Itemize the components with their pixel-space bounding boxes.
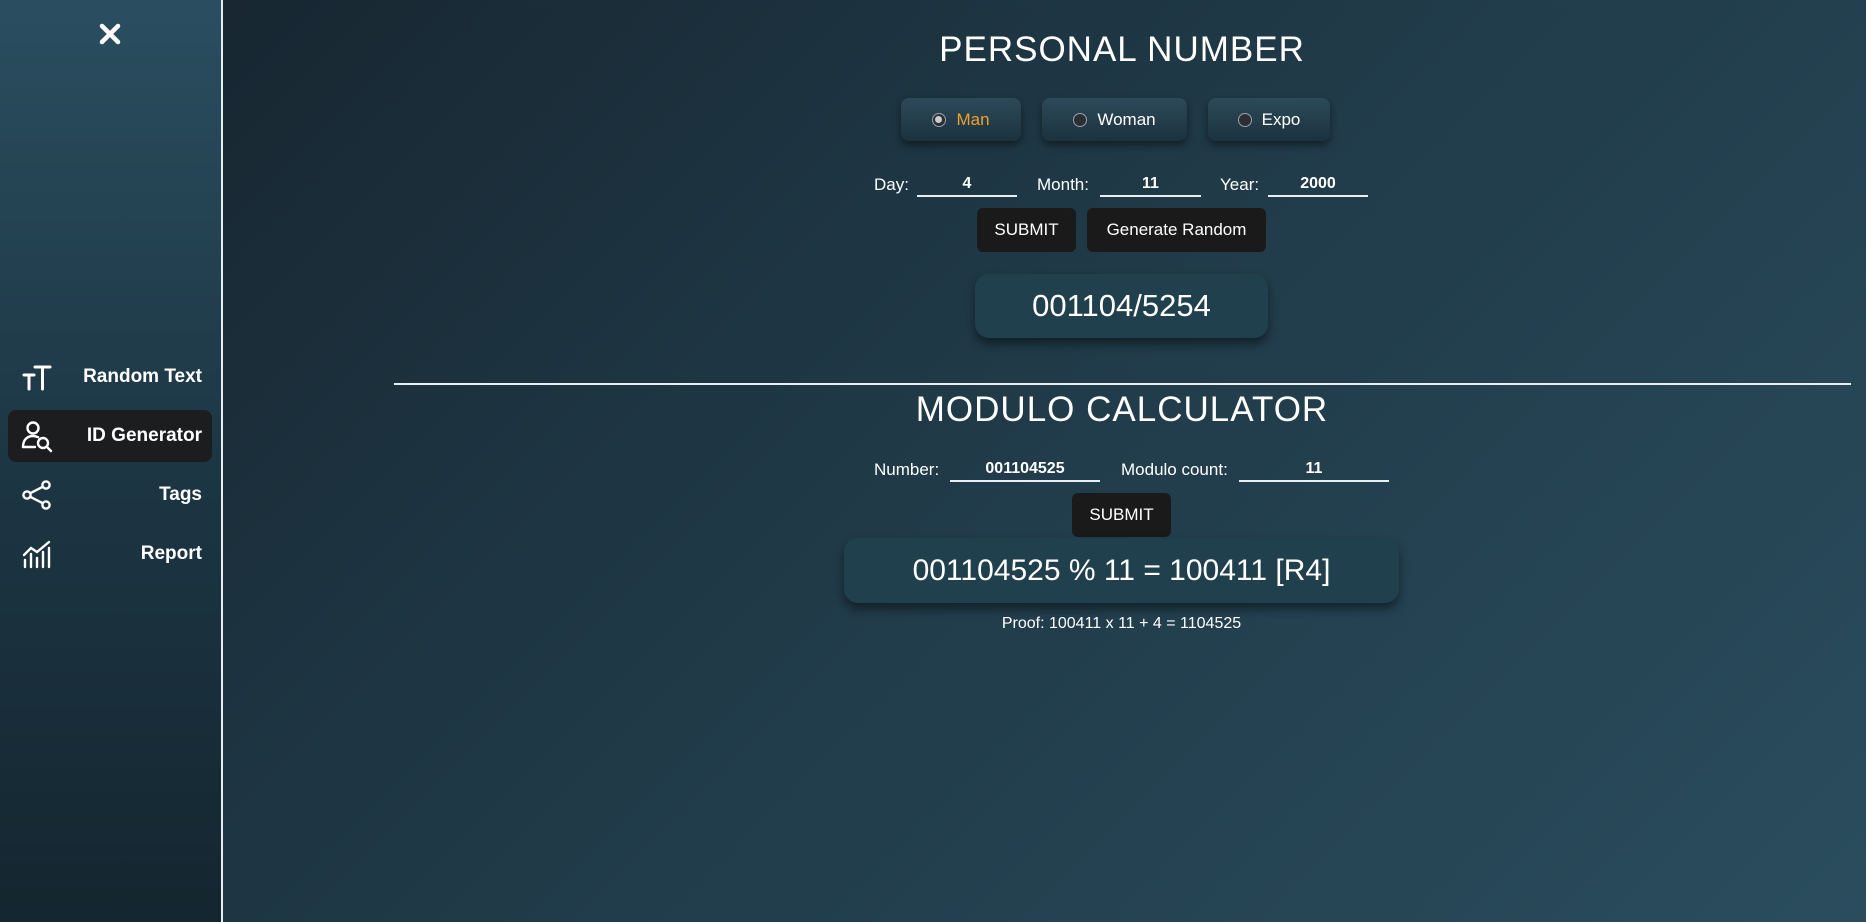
radio-checked-icon (932, 112, 947, 127)
generate-random-button[interactable]: Generate Random (1087, 208, 1266, 252)
day-label: Day: (874, 175, 909, 194)
radio-man[interactable]: Man (901, 98, 1021, 141)
section-divider (394, 383, 1851, 385)
year-field[interactable] (1268, 173, 1368, 197)
radio-label-expo: Expo (1261, 109, 1301, 129)
radio-expo[interactable]: Expo (1208, 98, 1330, 141)
modulo-proof-text: Proof: 100411 x 11 + 4 = 1104525 (1001, 615, 1242, 632)
month-field[interactable] (1100, 173, 1201, 197)
number-label: Number: (874, 460, 940, 479)
sidebar: Random Text ID Generator Tags Report (0, 0, 223, 922)
radio-unchecked-icon (1073, 112, 1088, 127)
sidebar-item-report[interactable]: Report (8, 528, 212, 580)
chart-line-icon (20, 537, 54, 571)
day-field[interactable] (917, 173, 1017, 197)
modulo-result: 001104525 % 11 = 100411 [R4] (844, 538, 1399, 603)
radio-label-man: Man (956, 109, 990, 129)
radio-label-woman: Woman (1097, 109, 1156, 129)
number-field[interactable] (950, 458, 1100, 482)
month-label: Month: (1037, 175, 1089, 194)
submit-button[interactable]: SUBMIT (977, 208, 1076, 252)
modulo-submit-button[interactable]: SUBMIT (1072, 493, 1171, 537)
share-icon (20, 478, 54, 512)
sidebar-item-label: Report (140, 543, 202, 564)
modulo-count-label: Modulo count: (1121, 460, 1228, 479)
sidebar-item-label: Random Text (83, 366, 202, 387)
sidebar-item-tags[interactable]: Tags (8, 469, 212, 521)
sidebar-item-label: Tags (159, 484, 202, 505)
personal-number-result: 001104/5254 (975, 274, 1268, 338)
radio-woman[interactable]: Woman (1042, 98, 1187, 141)
modulo-count-field[interactable] (1239, 458, 1389, 482)
radio-unchecked-icon (1237, 112, 1252, 127)
year-label: Year: (1220, 175, 1260, 194)
personal-number-title: PERSONAL NUMBER (939, 30, 1305, 69)
modulo-calculator-title: MODULO CALCULATOR (915, 390, 1329, 429)
text-size-icon (20, 360, 54, 394)
